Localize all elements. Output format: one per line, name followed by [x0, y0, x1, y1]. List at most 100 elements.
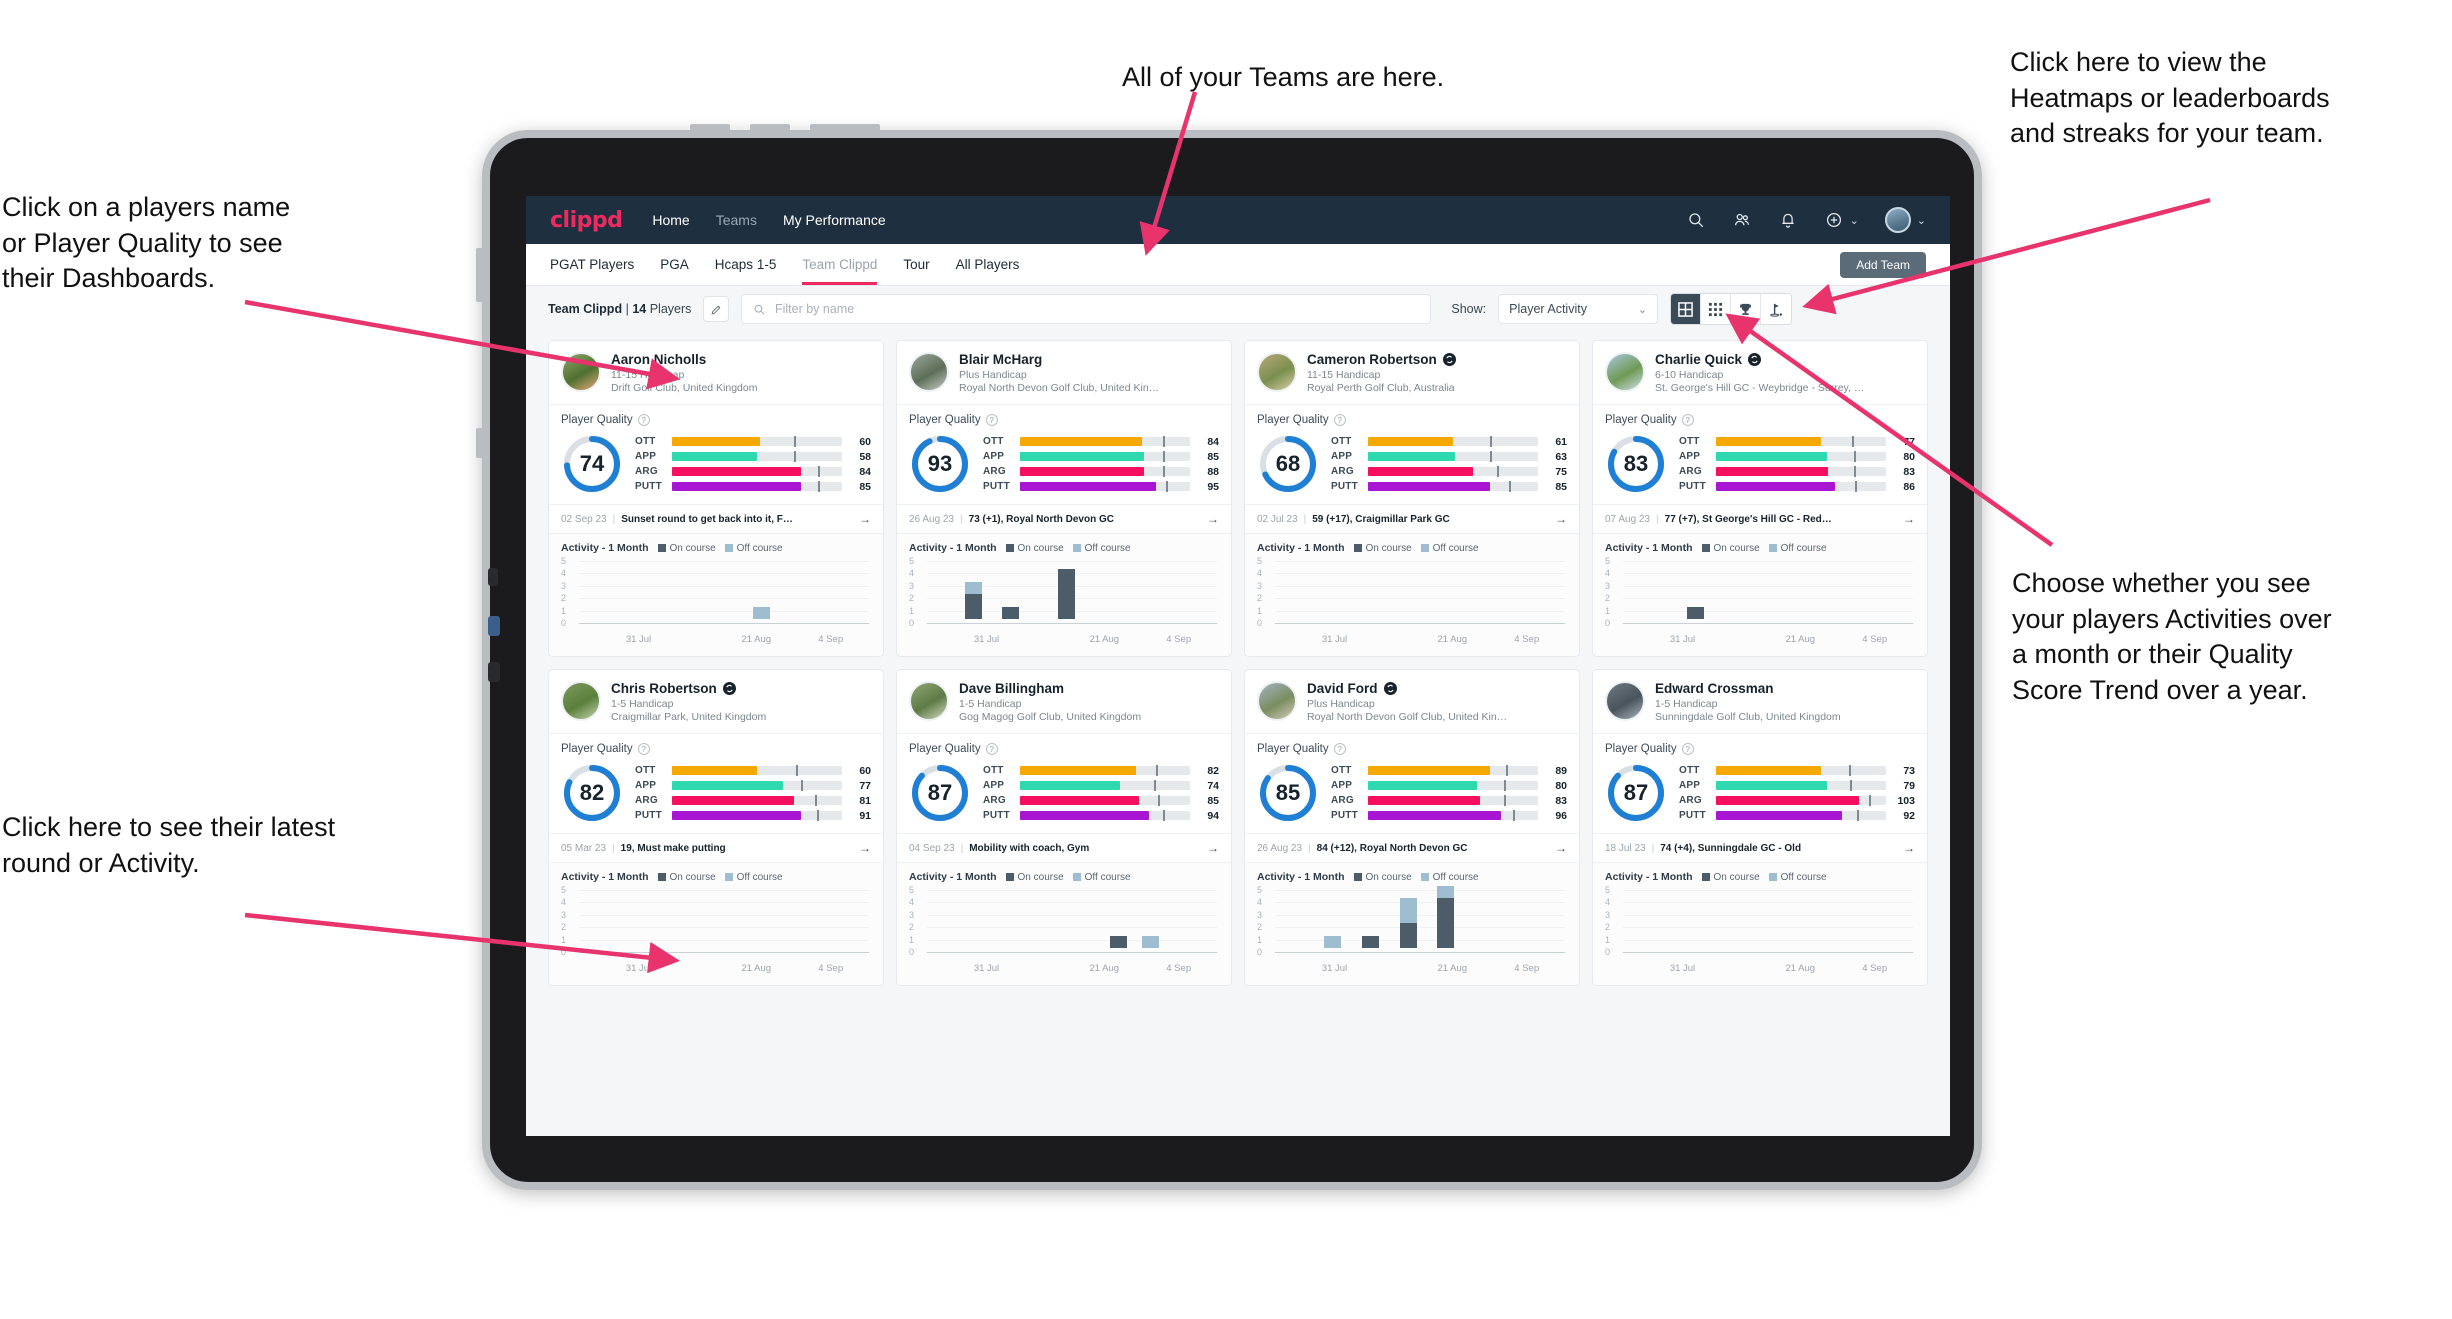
player-name-row[interactable]: Edward Crossman [1655, 681, 1841, 696]
player-name-row[interactable]: David Ford [1307, 681, 1507, 696]
latest-round-row[interactable]: 04 Sep 23 | Mobility with coach, Gym → [897, 833, 1231, 862]
player-quality-section[interactable]: Player Quality? 93 OTT 84 APP 85 ARG 88 PUTT 95 [897, 404, 1231, 504]
player-card-header[interactable]: Blair McHarg Plus Handicap Royal North Dev… [897, 341, 1231, 404]
player-card-header[interactable]: Edward Crossman 1-5 Handicap Sunningdale G… [1593, 670, 1927, 733]
latest-round-row[interactable]: 18 Jul 23 | 74 (+4), Sunningdale GC - Old → [1593, 833, 1927, 862]
help-icon[interactable]: ? [985, 414, 998, 426]
people-icon[interactable] [1732, 210, 1752, 230]
profile-menu[interactable]: ⌄ [1884, 207, 1926, 233]
arrow-right-icon[interactable]: → [1207, 841, 1219, 855]
player-card[interactable]: Blair McHarg Plus Handicap Royal North Dev… [896, 340, 1232, 657]
player-name[interactable]: Dave Billingham [959, 681, 1064, 696]
tab-team-clippd[interactable]: Team Clippd [802, 244, 878, 285]
metric-row: APP 80 [1679, 451, 1915, 463]
avatar[interactable] [1884, 207, 1911, 233]
add-team-button[interactable]: Add Team [1840, 251, 1926, 278]
add-menu[interactable]: ⌄ [1824, 210, 1859, 230]
player-name[interactable]: Blair McHarg [959, 352, 1042, 367]
view-flag-button[interactable] [1761, 294, 1792, 324]
view-dots-button[interactable] [1701, 294, 1732, 324]
help-icon[interactable]: ? [1333, 414, 1346, 426]
help-icon[interactable]: ? [1333, 743, 1346, 755]
player-card-header[interactable]: David Ford Plus Handicap Royal North Devon… [1245, 670, 1579, 733]
player-card-header[interactable]: Cameron Robertson 11-15 Handicap Royal Per… [1245, 341, 1579, 404]
help-icon[interactable]: ? [1681, 414, 1694, 426]
player-name[interactable]: Charlie Quick [1655, 352, 1742, 367]
nav-item-my-performance[interactable]: My Performance [783, 212, 886, 228]
player-card[interactable]: David Ford Plus Handicap Royal North Devon… [1244, 669, 1580, 986]
metric-value: 75 [1555, 465, 1567, 478]
y-axis-tick: 0 [909, 947, 915, 957]
player-name-row[interactable]: Cameron Robertson [1307, 352, 1456, 367]
latest-round-row[interactable]: 02 Sep 23 | Sunset round to get back into … [549, 504, 883, 533]
search-input[interactable] [774, 302, 1420, 316]
nav-item-teams[interactable]: Teams [716, 212, 757, 228]
chevron-down-icon[interactable]: ⌄ [1917, 214, 1926, 227]
player-name[interactable]: Aaron Nicholls [611, 352, 706, 367]
arrow-right-icon[interactable]: → [1903, 841, 1915, 855]
show-select[interactable]: Player Activity ⌄ [1498, 294, 1659, 324]
tab-tour[interactable]: Tour [903, 244, 929, 285]
player-name-row[interactable]: Charlie Quick [1655, 352, 1864, 367]
player-name-row[interactable]: Chris Robertson [611, 681, 766, 696]
player-card[interactable]: Chris Robertson 1-5 Handicap Craigmillar P… [548, 669, 884, 986]
tab-hcaps-1-5[interactable]: Hcaps 1-5 [715, 244, 777, 285]
clippd-logo[interactable]: clippd [550, 208, 623, 233]
player-name-row[interactable]: Aaron Nicholls [611, 352, 757, 367]
help-icon[interactable]: ? [637, 414, 650, 426]
help-icon[interactable]: ? [1681, 743, 1694, 755]
arrow-right-icon[interactable]: → [859, 841, 871, 855]
player-card-header[interactable]: Dave Billingham 1-5 Handicap Gog Magog Gol… [897, 670, 1231, 733]
player-quality-section[interactable]: Player Quality? 87 OTT 73 APP 79 ARG 103 PUTT 92 [1593, 733, 1927, 833]
player-card-header[interactable]: Aaron Nicholls 11-15 Handicap Drift Golf C… [549, 341, 883, 404]
player-quality-section[interactable]: Player Quality? 87 OTT 82 APP 74 ARG 85 PUTT 94 [897, 733, 1231, 833]
legend-on-course: On course [1701, 543, 1760, 554]
player-quality-section[interactable]: Player Quality? 68 OTT 61 APP 63 ARG 75 PUTT 85 [1245, 404, 1579, 504]
player-quality-section[interactable]: Player Quality? 85 OTT 89 APP 80 ARG 83 PUTT 96 [1245, 733, 1579, 833]
arrow-right-icon[interactable]: → [1207, 512, 1219, 526]
metric-benchmark-tick [1166, 481, 1169, 492]
player-card[interactable]: Edward Crossman 1-5 Handicap Sunningdale G… [1592, 669, 1928, 986]
view-grid-button[interactable] [1671, 294, 1702, 324]
help-icon[interactable]: ? [637, 743, 650, 755]
player-card[interactable]: Aaron Nicholls 11-15 Handicap Drift Golf C… [548, 340, 884, 657]
arrow-right-icon[interactable]: → [1555, 841, 1567, 855]
player-quality-section[interactable]: Player Quality? 74 OTT 60 APP 58 ARG 84 PUTT 85 [549, 404, 883, 504]
edit-team-button[interactable] [703, 296, 730, 322]
player-quality-section[interactable]: Player Quality? 82 OTT 60 APP 77 ARG 81 PUTT 91 [549, 733, 883, 833]
player-name[interactable]: Chris Robertson [611, 681, 717, 696]
arrow-right-icon[interactable]: → [1903, 512, 1915, 526]
arrow-right-icon[interactable]: → [1555, 512, 1567, 526]
player-card-header[interactable]: Charlie Quick 6-10 Handicap St. George's H… [1593, 341, 1927, 404]
latest-round-row[interactable]: 05 Mar 23 | 19, Must make putting → [549, 833, 883, 862]
latest-round-row[interactable]: 07 Aug 23 | 77 (+7), St George's Hill GC -… [1593, 504, 1927, 533]
help-icon[interactable]: ? [985, 743, 998, 755]
team-summary-label: Team Clippd | 14 Players [548, 302, 691, 316]
player-name-row[interactable]: Blair McHarg [959, 352, 1159, 367]
player-card[interactable]: Dave Billingham 1-5 Handicap Gog Magog Gol… [896, 669, 1232, 986]
plus-circle-icon[interactable] [1824, 210, 1844, 230]
arrow-right-icon[interactable]: → [859, 512, 871, 526]
search-icon[interactable] [1686, 210, 1706, 230]
player-name[interactable]: Edward Crossman [1655, 681, 1774, 696]
tab-pgat-players[interactable]: PGAT Players [550, 244, 634, 285]
player-name[interactable]: David Ford [1307, 681, 1378, 696]
player-card[interactable]: Charlie Quick 6-10 Handicap St. George's H… [1592, 340, 1928, 657]
latest-round-row[interactable]: 02 Jul 23 | 59 (+17), Craigmillar Park GC → [1245, 504, 1579, 533]
bell-icon[interactable] [1778, 210, 1798, 230]
metric-label: APP [1679, 451, 1701, 462]
chevron-down-icon[interactable]: ⌄ [1850, 214, 1859, 227]
player-name-row[interactable]: Dave Billingham [959, 681, 1141, 696]
nav-item-home[interactable]: Home [652, 212, 689, 228]
view-trophy-button[interactable] [1731, 294, 1762, 324]
bars-layer [1275, 886, 1565, 958]
player-quality-section[interactable]: Player Quality? 83 OTT 77 APP 80 ARG 83 PUTT 86 [1593, 404, 1927, 504]
tab-all-players[interactable]: All Players [956, 244, 1020, 285]
search-input-wrapper[interactable] [741, 294, 1432, 324]
player-card[interactable]: Cameron Robertson 11-15 Handicap Royal Per… [1244, 340, 1580, 657]
player-card-header[interactable]: Chris Robertson 1-5 Handicap Craigmillar P… [549, 670, 883, 733]
latest-round-row[interactable]: 26 Aug 23 | 84 (+12), Royal North Devon GC… [1245, 833, 1579, 862]
latest-round-row[interactable]: 26 Aug 23 | 73 (+1), Royal North Devon GC → [897, 504, 1231, 533]
player-name[interactable]: Cameron Robertson [1307, 352, 1437, 367]
tab-pga[interactable]: PGA [660, 244, 689, 285]
